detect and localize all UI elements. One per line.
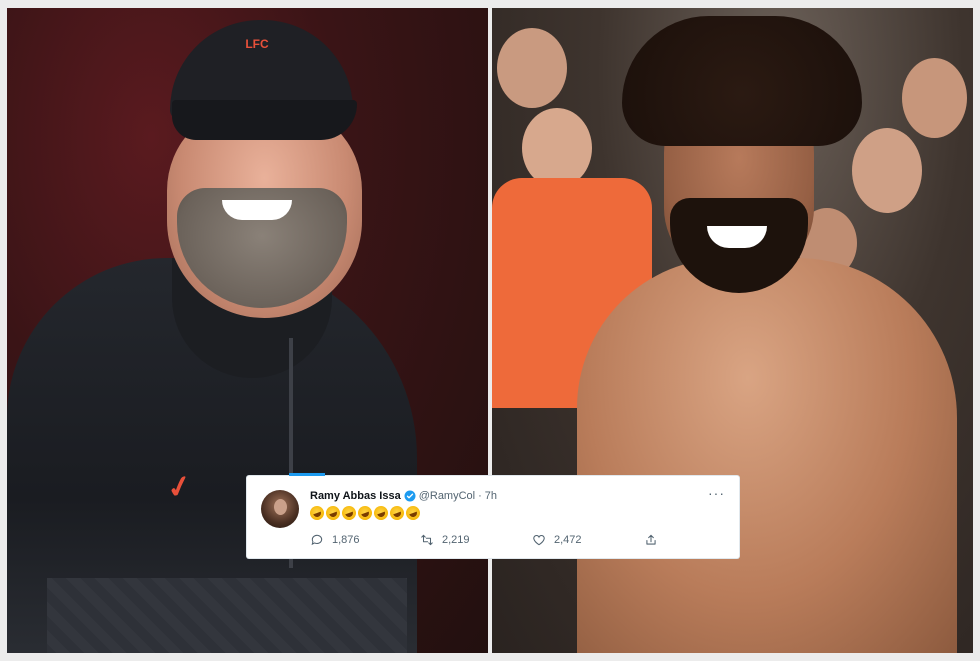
more-options-icon[interactable]: ··· — [708, 485, 725, 501]
rolling-on-floor-laughing-emoji — [324, 504, 342, 522]
reply-button[interactable]: 1,876 — [310, 533, 420, 547]
retweet-button[interactable]: 2,219 — [420, 533, 532, 547]
like-count: 2,472 — [554, 534, 582, 546]
crowd-face — [852, 128, 922, 213]
avatar[interactable] — [261, 490, 299, 528]
handle[interactable]: @RamyCol — [419, 490, 475, 502]
reply-icon — [311, 534, 323, 546]
crowd-face — [522, 108, 592, 188]
display-name[interactable]: Ramy Abbas Issa — [310, 490, 401, 502]
cap-logo: LFC — [245, 37, 269, 51]
composite-image: ✓ LFC Ramy Abbas Issa @RamyCol · 7h ··· … — [0, 0, 980, 661]
tweet-accent-bar — [289, 473, 325, 476]
rolling-on-floor-laughing-emoji — [372, 504, 390, 522]
reply-count: 1,876 — [332, 534, 360, 546]
timestamp[interactable]: 7h — [485, 490, 497, 502]
share-icon — [646, 534, 656, 545]
retweet-count: 2,219 — [442, 534, 470, 546]
verified-badge-icon — [404, 490, 416, 502]
rolling-on-floor-laughing-emoji — [388, 504, 406, 522]
rolling-on-floor-laughing-emoji — [404, 504, 422, 522]
like-button[interactable]: 2,472 — [532, 533, 644, 547]
tweet-header: Ramy Abbas Issa @RamyCol · 7h — [310, 490, 497, 502]
separator-dot: · — [478, 490, 482, 502]
curly-hair — [622, 16, 862, 146]
retweet-icon — [421, 534, 433, 546]
jacket-pattern — [47, 578, 407, 653]
avatar-face — [274, 499, 287, 515]
tweet-actions: 1,876 2,219 2,472 — [310, 533, 670, 547]
rolling-on-floor-laughing-emoji — [340, 504, 358, 522]
heart-icon — [533, 535, 545, 546]
tweet-text — [308, 504, 422, 522]
rolling-on-floor-laughing-emoji — [356, 504, 374, 522]
crowd-face — [497, 28, 567, 108]
tweet-card[interactable]: Ramy Abbas Issa @RamyCol · 7h ··· 1,876 — [247, 473, 739, 558]
torso — [577, 258, 957, 653]
crowd-face — [902, 58, 967, 138]
smile-left — [222, 200, 292, 220]
rolling-on-floor-laughing-emoji — [308, 504, 326, 522]
cap-brim — [172, 100, 357, 140]
share-button[interactable] — [644, 533, 658, 547]
